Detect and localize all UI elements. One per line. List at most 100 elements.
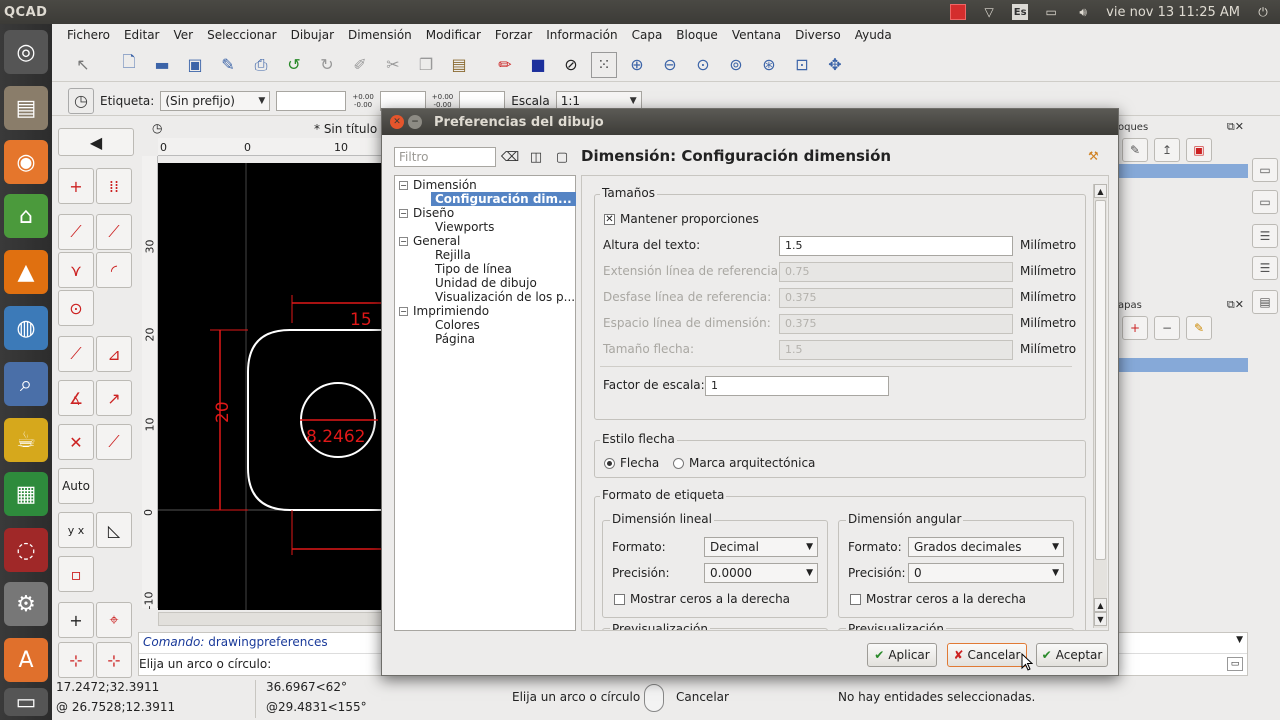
dimension-diameter-icon[interactable]: ⊿ bbox=[96, 336, 132, 372]
dimension-ordinate-icon[interactable]: ↗ bbox=[96, 380, 132, 416]
collapse-icon[interactable]: − bbox=[399, 307, 408, 316]
background-icon[interactable]: ■ bbox=[525, 52, 551, 78]
apply-button[interactable]: ✔ Aplicar bbox=[867, 643, 937, 667]
polyline-tool-icon[interactable]: ⟋ bbox=[96, 214, 132, 250]
teapot-icon[interactable]: ☕ bbox=[4, 418, 48, 462]
grid-icon[interactable]: ⁙ bbox=[591, 51, 617, 78]
collapse-icon[interactable]: − bbox=[399, 181, 408, 190]
float-close-icon[interactable]: ⧉✕ bbox=[1227, 120, 1244, 134]
tree-item-colors[interactable]: Colores bbox=[435, 318, 480, 332]
power-icon[interactable]: ⏻ bbox=[1254, 4, 1272, 20]
prefix-combo[interactable]: (Sin prefijo) ▼ bbox=[160, 90, 271, 111]
block-edit-icon[interactable]: ✎ bbox=[1122, 138, 1148, 162]
tree-item-viewports[interactable]: Viewports bbox=[435, 220, 494, 234]
pen-icon[interactable]: ✏ bbox=[492, 52, 518, 78]
block-tool-icon[interactable]: ▫ bbox=[58, 556, 94, 592]
select-pointer-icon[interactable]: ↖ bbox=[70, 52, 96, 78]
menu-bloque[interactable]: Bloque bbox=[669, 28, 725, 42]
linear-format-select[interactable]: Decimal ▼ bbox=[704, 537, 818, 557]
record-indicator-icon[interactable] bbox=[950, 4, 967, 20]
accept-button[interactable]: ✔ Aceptar bbox=[1036, 643, 1108, 667]
store-icon[interactable]: A bbox=[4, 638, 48, 682]
menu-seleccionar[interactable]: Seleccionar bbox=[200, 28, 283, 42]
paste-icon[interactable]: ▤ bbox=[446, 52, 472, 78]
layer-edit-icon[interactable]: ✎ bbox=[1186, 316, 1212, 340]
menu-diverso[interactable]: Diverso bbox=[788, 28, 848, 42]
tree-item-rejilla[interactable]: Rejilla bbox=[435, 248, 471, 262]
axis-tool-icon[interactable]: y x bbox=[58, 512, 94, 548]
command-clear-button[interactable]: ▭ bbox=[1227, 657, 1243, 671]
menu-ayuda[interactable]: Ayuda bbox=[848, 28, 899, 42]
zoom-pan-icon[interactable]: ✥ bbox=[822, 52, 848, 78]
circle-tool-icon[interactable]: ⊙ bbox=[58, 290, 94, 326]
files-icon[interactable]: ▤ bbox=[4, 86, 48, 130]
collapse-icon[interactable]: − bbox=[399, 209, 408, 218]
cut-icon[interactable]: ✂ bbox=[380, 52, 406, 78]
open-folder-icon[interactable]: ▬ bbox=[149, 52, 175, 78]
settings-scrollbar[interactable]: ▲ ▲ ▼ bbox=[1093, 184, 1107, 628]
tree-item-printing[interactable]: − Imprimiendo bbox=[399, 304, 489, 318]
copy-icon[interactable]: ❐ bbox=[413, 52, 439, 78]
zoom-auto-icon[interactable]: ⊙ bbox=[690, 52, 716, 78]
volume-icon[interactable]: 🔊︎ bbox=[1074, 4, 1092, 20]
dock-toggle-4-icon[interactable]: ☰ bbox=[1252, 256, 1278, 280]
menu-dibujar[interactable]: Dibujar bbox=[284, 28, 341, 42]
layer-list-selected-row[interactable] bbox=[1118, 358, 1248, 372]
scroll-thumb[interactable] bbox=[1095, 200, 1106, 560]
tree-item-dimension[interactable]: − Dimensión bbox=[399, 178, 477, 192]
layer-add-icon[interactable]: + bbox=[1122, 316, 1148, 340]
dash-icon[interactable]: ◎ bbox=[4, 30, 48, 74]
zoom-in-icon[interactable]: ⊕ bbox=[624, 52, 650, 78]
tree-item-dimension-settings[interactable]: Configuración dim... bbox=[431, 192, 576, 206]
vlc-icon[interactable]: ▲ bbox=[4, 250, 48, 294]
snap-free-icon[interactable]: ⌖ bbox=[96, 602, 132, 638]
chromium-icon[interactable]: ◍ bbox=[4, 306, 48, 350]
tree-item-linetype[interactable]: Tipo de línea bbox=[435, 262, 512, 276]
qcad-icon[interactable]: ◌ bbox=[4, 528, 48, 572]
snap-endpoint-icon[interactable]: ⊹ bbox=[96, 642, 132, 678]
redo-icon[interactable]: ↻ bbox=[314, 52, 340, 78]
block-insert-icon[interactable]: ↥ bbox=[1154, 138, 1180, 162]
arc-tool-icon[interactable]: ◜ bbox=[96, 252, 132, 288]
minimize-icon[interactable]: − bbox=[408, 115, 422, 129]
no-entry-icon[interactable]: ⊘ bbox=[558, 52, 584, 78]
label-text-field[interactable] bbox=[276, 90, 347, 111]
menu-informacion[interactable]: Información bbox=[539, 28, 624, 42]
menu-fichero[interactable]: Fichero bbox=[60, 28, 117, 42]
crosshair-tool-icon[interactable]: + bbox=[58, 602, 94, 638]
angular-precision-select[interactable]: 0 ▼ bbox=[908, 563, 1064, 583]
text-height-input[interactable]: 1.5 bbox=[779, 236, 1013, 256]
print-icon[interactable]: ⎙ bbox=[248, 52, 274, 78]
zoom-previous-icon[interactable]: ⊚ bbox=[723, 52, 749, 78]
menu-forzar[interactable]: Forzar bbox=[488, 28, 539, 42]
dimension-tool-icon[interactable]: ◷ bbox=[68, 87, 94, 114]
trash-icon[interactable]: ▭ bbox=[4, 688, 48, 716]
scroll-down-icon[interactable]: ▼ bbox=[1094, 612, 1107, 626]
spreadsheet-icon[interactable]: ▦ bbox=[4, 472, 48, 516]
tangent-tool-icon[interactable]: ⋎ bbox=[58, 252, 94, 288]
keyboard-layout-indicator[interactable]: Es bbox=[1012, 4, 1029, 20]
point-grid-tool-icon[interactable]: ⁞⁞ bbox=[96, 168, 132, 204]
collapse-all-icon[interactable]: ▢ bbox=[554, 149, 570, 165]
snap-grid-icon[interactable]: ⊹ bbox=[58, 642, 94, 678]
zoom-out-icon[interactable]: ⊖ bbox=[657, 52, 683, 78]
trim-tool-icon[interactable]: ⟋ bbox=[96, 424, 132, 460]
dock-toggle-2-icon[interactable]: ▭ bbox=[1252, 190, 1278, 214]
point-tool-icon[interactable]: + bbox=[58, 168, 94, 204]
software-center-icon[interactable]: ⌂ bbox=[4, 194, 48, 238]
clear-filter-icon[interactable]: ⌫ bbox=[501, 149, 519, 165]
zoom-window-icon[interactable]: ⊡ bbox=[789, 52, 815, 78]
layer-remove-icon[interactable]: − bbox=[1154, 316, 1180, 340]
keep-proportions-checkbox[interactable]: ✕ bbox=[604, 214, 615, 225]
filter-input[interactable]: Filtro bbox=[394, 147, 496, 167]
dock-toggle-1-icon[interactable]: ▭ bbox=[1252, 158, 1278, 182]
dock-toggle-5-icon[interactable]: ▤ bbox=[1252, 290, 1278, 314]
network-icon[interactable]: ▽ bbox=[980, 4, 998, 20]
menu-ventana[interactable]: Ventana bbox=[725, 28, 788, 42]
drawing-canvas[interactable]: 15 20 8.2462 bbox=[158, 163, 382, 610]
menu-editar[interactable]: Editar bbox=[117, 28, 167, 42]
tree-item-page[interactable]: Página bbox=[435, 332, 475, 346]
tree-item-drawing-unit[interactable]: Unidad de dibujo bbox=[435, 276, 537, 290]
search-tool-icon[interactable]: ⌕ bbox=[4, 362, 48, 406]
auto-snap-button[interactable]: Auto bbox=[58, 468, 94, 504]
